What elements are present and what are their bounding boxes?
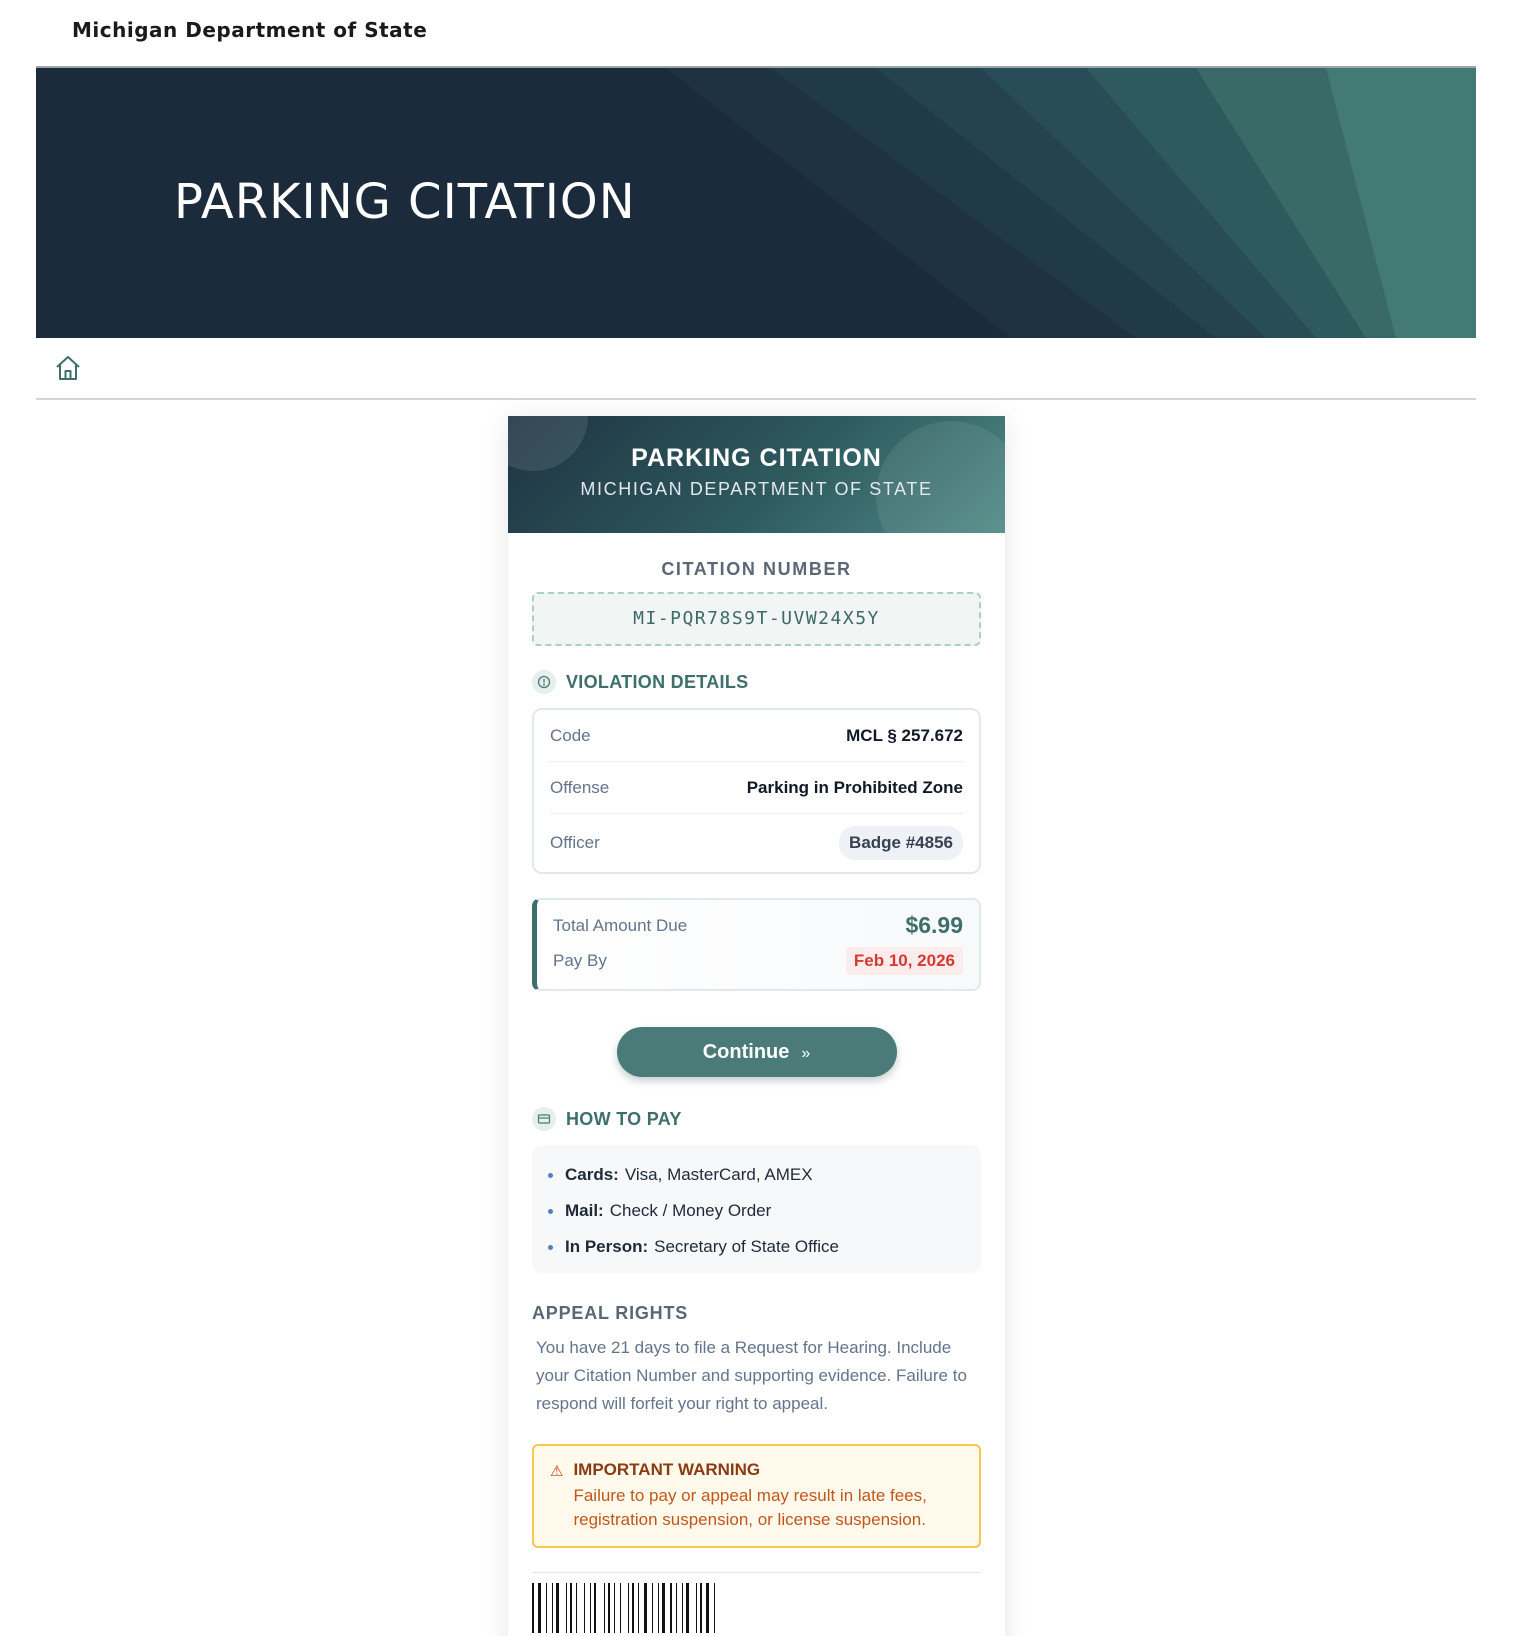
violation-details-label: VIOLATION DETAILS [566,671,749,692]
barcode-bar [686,1583,689,1633]
barcode-bar [620,1583,621,1633]
credit-card-icon [532,1107,556,1131]
detail-value: Parking in Prohibited Zone [746,777,963,797]
bullet [548,1172,553,1178]
officer-badge: Badge #4856 [839,826,963,860]
detail-key: Code [550,725,591,745]
warning-text: Failure to pay or appeal may result in l… [573,1486,927,1529]
site-brand[interactable]: Michigan Department of State [72,18,427,42]
pay-by-label: Pay By [553,951,607,970]
warning-title: IMPORTANT WARNING [573,1460,761,1479]
total-label: Total Amount Due [553,915,688,935]
payment-method-value: Visa, MasterCard, AMEX [624,1165,813,1184]
detail-value: MCL § 257.672 [846,725,963,745]
barcode-bar [638,1583,639,1633]
detail-row-officer: Officer Badge #4856 [550,814,963,872]
warning-icon: ⚠ [550,1463,564,1480]
barcode-bar [676,1583,677,1633]
barcode-bar [570,1583,572,1633]
barcode-bar [658,1583,659,1633]
card-title: PARKING CITATION [631,444,882,472]
barcode-divider [532,1572,981,1573]
continue-label: Continue [702,1040,790,1063]
payment-method-label: Cards: [565,1165,619,1184]
payment-method-value: Check / Money Order [609,1201,772,1220]
card-subtitle: MICHIGAN DEPARTMENT OF STATE [580,479,933,499]
barcode-bar [652,1583,653,1633]
chevron-double-right-icon: » [801,1044,811,1062]
payment-method-label: Mail: [565,1201,604,1220]
hero-banner: PARKING CITATION [36,68,1476,338]
payment-method-value: Secretary of State Office [654,1237,840,1256]
barcode-bar [706,1583,709,1633]
barcode-bar [532,1583,534,1633]
barcode-bar [556,1583,559,1633]
payment-method-label: In Person: [565,1237,649,1256]
list-item: In Person: Secretary of State Office [548,1229,965,1265]
appeal-rights-heading: APPEAL RIGHTS [532,1303,689,1323]
barcode-bar [628,1583,629,1633]
violation-details: Code MCL § 257.672 Offense Parking in Pr… [532,708,981,874]
how-to-pay-heading: HOW TO PAY [532,1107,981,1131]
detail-key: Offense [550,777,610,797]
breadcrumb-divider [36,398,1476,400]
barcode-bar [552,1583,553,1633]
detail-key: Officer [550,833,600,852]
barcode-bar [662,1583,665,1633]
barcode-bar [696,1583,697,1633]
barcode-bar [682,1583,683,1633]
citation-number-label: CITATION NUMBER [661,559,852,579]
how-to-pay-label: HOW TO PAY [566,1108,682,1129]
barcode-bar [632,1583,634,1633]
barcode-bar [538,1583,541,1633]
barcode-bar [614,1583,615,1633]
bullet [548,1208,553,1214]
barcode-bar [584,1583,585,1633]
amount-due-panel: Total Amount Due $6.99 Pay By Feb 10, 20… [532,898,981,991]
detail-row-code: Code MCL § 257.672 [550,710,963,762]
barcode-bar [594,1583,596,1633]
barcode-bar [670,1583,672,1633]
warning-box: ⚠ IMPORTANT WARNING Failure to pay or ap… [532,1444,981,1548]
barcode-bar [608,1583,610,1633]
breadcrumb [36,338,1476,400]
total-amount: $6.99 [905,912,963,938]
barcode-bar [604,1583,605,1633]
card-header: PARKING CITATION MICHIGAN DEPARTMENT OF … [508,416,1005,533]
detail-row-offense: Offense Parking in Prohibited Zone [550,762,963,814]
barcode-bar [590,1583,591,1633]
top-bar: Michigan Department of State [0,0,1532,68]
pay-by-row: Pay By Feb 10, 2026 [553,947,963,975]
barcode [532,1583,715,1633]
list-item: Cards: Visa, MasterCard, AMEX [548,1157,965,1193]
pay-by-date: Feb 10, 2026 [845,947,963,975]
continue-button[interactable]: Continue » [616,1027,897,1077]
total-row: Total Amount Due $6.99 [553,912,963,939]
barcode-bar [714,1583,715,1633]
hero-title: PARKING CITATION [174,174,636,230]
bullet [548,1244,553,1250]
citation-card: PARKING CITATION MICHIGAN DEPARTMENT OF … [508,416,1005,1636]
barcode-bar [644,1583,647,1633]
barcode-bar [576,1583,577,1633]
home-icon[interactable] [54,354,82,382]
appeal-rights-text: You have 21 days to file a Request for H… [536,1338,967,1413]
violation-details-heading: VIOLATION DETAILS [532,670,981,694]
barcode-bar [546,1583,547,1633]
list-item: Mail: Check / Money Order [548,1193,965,1229]
barcode-bar [700,1583,702,1633]
clock-icon [532,670,556,694]
barcode-bar [566,1583,567,1633]
citation-number: MI-PQR78S9T-UVW24X5Y [532,592,981,646]
payment-methods-list: Cards: Visa, MasterCard, AMEX Mail: Chec… [532,1145,981,1273]
